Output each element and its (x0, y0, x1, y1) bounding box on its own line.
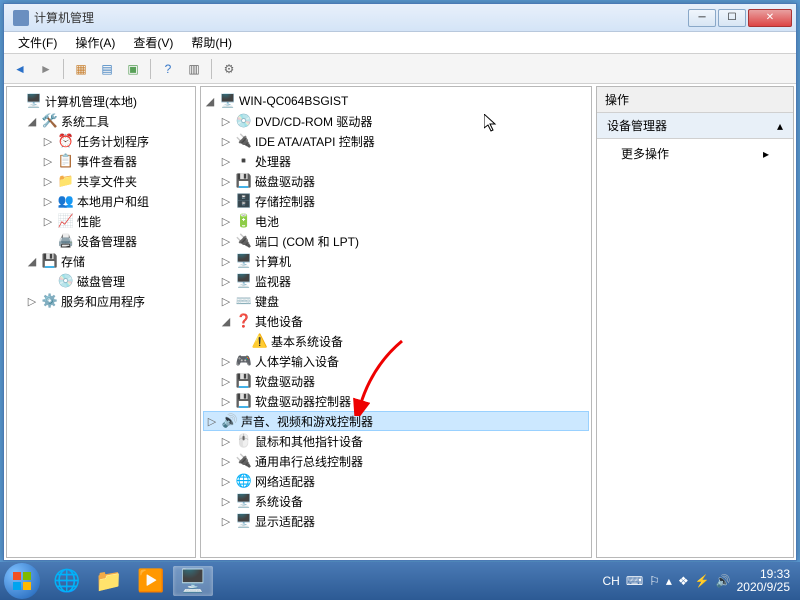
dev-keyboard[interactable]: ▷⌨️键盘 (203, 291, 589, 311)
dev-cpu[interactable]: ▷▪️处理器 (203, 151, 589, 171)
tree-device-manager[interactable]: 🖨️设备管理器 (9, 231, 193, 251)
dev-usb[interactable]: ▷🔌通用串行总线控制器 (203, 451, 589, 471)
taskbar-mmc[interactable]: 🖥️ (173, 566, 213, 596)
taskbar: 🌐 📁 ▶️ 🖥️ CH ⌨ ⚐ ▴ ❖ ⚡ 🔊 19:33 2020/9/25 (0, 562, 800, 600)
tray-expand-icon[interactable]: ▴ (666, 574, 672, 588)
tray-icon[interactable]: ⌨ (626, 574, 643, 588)
tree-system-tools[interactable]: ◢🛠️系统工具 (9, 111, 193, 131)
tree-services[interactable]: ▷⚙️服务和应用程序 (9, 291, 193, 311)
window-title: 计算机管理 (34, 9, 688, 26)
help-button[interactable]: ? (156, 57, 180, 81)
toolbar: ◄ ► ▦ ▤ ▣ ? ▥ ⚙ (4, 54, 796, 84)
close-button[interactable]: ✕ (748, 9, 792, 27)
menu-action[interactable]: 操作(A) (67, 32, 123, 53)
dev-root[interactable]: ◢🖥️WIN-QC064BSGIST (203, 91, 589, 111)
dev-floppy-ctrl[interactable]: ▷💾软盘驱动器控制器 (203, 391, 589, 411)
volume-icon[interactable]: 🔊 (716, 574, 731, 588)
dev-network[interactable]: ▷🌐网络适配器 (203, 471, 589, 491)
clock[interactable]: 19:33 2020/9/25 (737, 568, 790, 594)
tray-icon[interactable]: ⚡ (695, 574, 710, 588)
dev-display[interactable]: ▷🖥️显示适配器 (203, 511, 589, 531)
taskbar-media[interactable]: ▶️ (131, 566, 171, 596)
actions-header: 操作 (597, 87, 793, 113)
dev-dvd[interactable]: ▷💿DVD/CD-ROM 驱动器 (203, 111, 589, 131)
back-button[interactable]: ◄ (8, 57, 32, 81)
tray-icon[interactable]: ❖ (678, 574, 689, 588)
tree-root[interactable]: 🖥️计算机管理(本地) (9, 91, 193, 111)
menu-help[interactable]: 帮助(H) (183, 32, 240, 53)
dev-ports[interactable]: ▷🔌端口 (COM 和 LPT) (203, 231, 589, 251)
taskbar-explorer[interactable]: 📁 (89, 566, 129, 596)
tree-local-users[interactable]: ▷👥本地用户和组 (9, 191, 193, 211)
dev-floppy[interactable]: ▷💾软盘驱动器 (203, 371, 589, 391)
dev-ide[interactable]: ▷🔌IDE ATA/ATAPI 控制器 (203, 131, 589, 151)
dev-sound[interactable]: ▷🔊声音、视频和游戏控制器 (203, 411, 589, 431)
start-button[interactable] (4, 563, 40, 599)
main-window: 计算机管理 ─ ☐ ✕ 文件(F) 操作(A) 查看(V) 帮助(H) ◄ ► … (3, 3, 797, 561)
tool-button-3[interactable]: ▣ (121, 57, 145, 81)
dev-hid[interactable]: ▷🎮人体学输入设备 (203, 351, 589, 371)
tree-task-scheduler[interactable]: ▷⏰任务计划程序 (9, 131, 193, 151)
minimize-button[interactable]: ─ (688, 9, 716, 27)
middle-pane: ◢🖥️WIN-QC064BSGIST ▷💿DVD/CD-ROM 驱动器 ▷🔌ID… (200, 86, 592, 558)
system-tray: CH ⌨ ⚐ ▴ ❖ ⚡ 🔊 19:33 2020/9/25 (602, 568, 796, 594)
dev-battery[interactable]: ▷🔋电池 (203, 211, 589, 231)
actions-pane: 操作 设备管理器▴ 更多操作▸ (596, 86, 794, 558)
tree-shared-folders[interactable]: ▷📁共享文件夹 (9, 171, 193, 191)
dev-other[interactable]: ◢❓其他设备 (203, 311, 589, 331)
dev-monitor[interactable]: ▷🖥️监视器 (203, 271, 589, 291)
menu-file[interactable]: 文件(F) (10, 32, 65, 53)
dev-computer[interactable]: ▷🖥️计算机 (203, 251, 589, 271)
menu-view[interactable]: 查看(V) (125, 32, 181, 53)
dev-disk[interactable]: ▷💾磁盘驱动器 (203, 171, 589, 191)
dev-other-basic[interactable]: ⚠️基本系统设备 (203, 331, 589, 351)
dev-storage[interactable]: ▷🗄️存储控制器 (203, 191, 589, 211)
app-icon (13, 10, 29, 26)
dev-mouse[interactable]: ▷🖱️鼠标和其他指针设备 (203, 431, 589, 451)
ime-indicator[interactable]: CH (602, 574, 619, 588)
forward-button[interactable]: ► (34, 57, 58, 81)
maximize-button[interactable]: ☐ (718, 9, 746, 27)
tree-storage[interactable]: ◢💾存储 (9, 251, 193, 271)
collapse-icon: ▴ (777, 119, 783, 133)
tray-icon[interactable]: ⚐ (649, 574, 660, 588)
menubar: 文件(F) 操作(A) 查看(V) 帮助(H) (4, 32, 796, 54)
tree-performance[interactable]: ▷📈性能 (9, 211, 193, 231)
tree-disk-mgmt[interactable]: 💿磁盘管理 (9, 271, 193, 291)
titlebar: 计算机管理 ─ ☐ ✕ (4, 4, 796, 32)
chevron-right-icon: ▸ (763, 147, 769, 161)
tool-button-4[interactable]: ▥ (182, 57, 206, 81)
taskbar-ie[interactable]: 🌐 (47, 566, 87, 596)
tool-button-2[interactable]: ▤ (95, 57, 119, 81)
tool-button-5[interactable]: ⚙ (217, 57, 241, 81)
dev-system[interactable]: ▷🖥️系统设备 (203, 491, 589, 511)
left-pane: 🖥️计算机管理(本地) ◢🛠️系统工具 ▷⏰任务计划程序 ▷📋事件查看器 ▷📁共… (6, 86, 196, 558)
tree-event-viewer[interactable]: ▷📋事件查看器 (9, 151, 193, 171)
actions-group[interactable]: 设备管理器▴ (597, 113, 793, 139)
tool-button-1[interactable]: ▦ (69, 57, 93, 81)
more-actions[interactable]: 更多操作▸ (597, 139, 793, 168)
